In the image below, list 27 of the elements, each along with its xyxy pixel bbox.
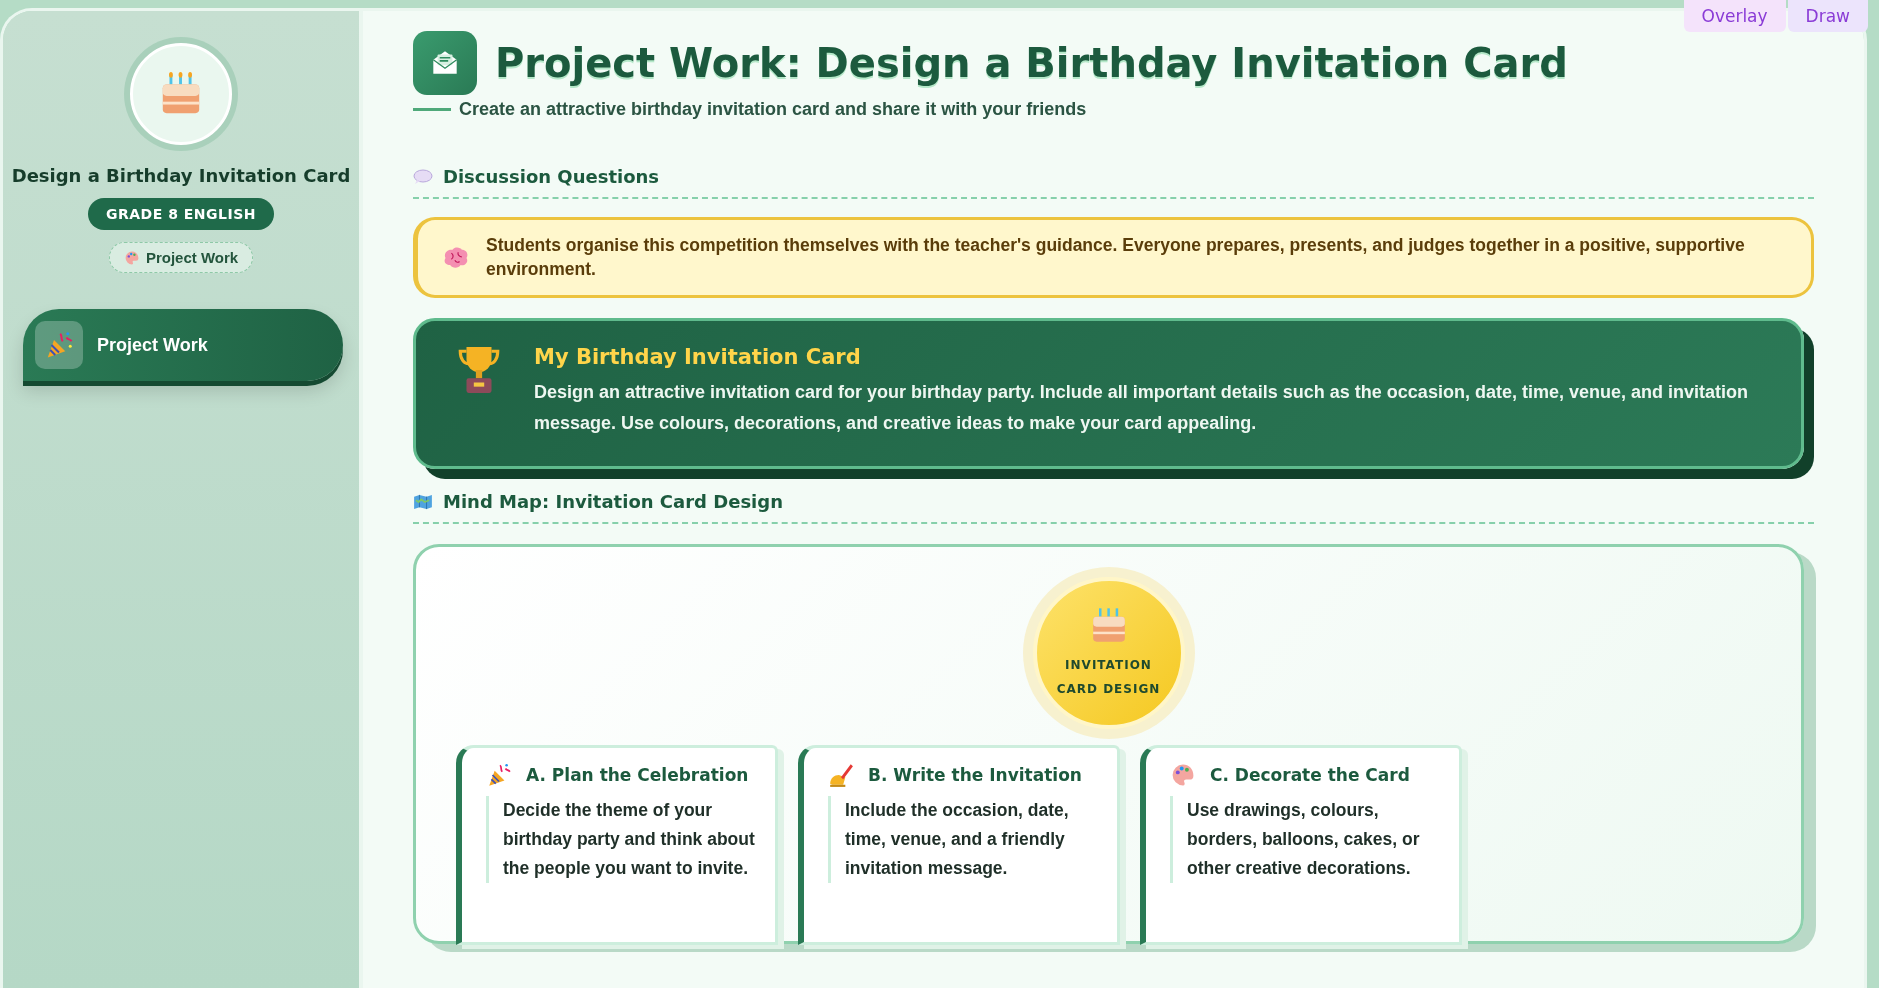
- section-heading: Mind Map: Invitation Card Design: [443, 491, 783, 513]
- branch-text: Use drawings, colours, borders, balloons, cakes, or other creative decorations.: [1170, 796, 1441, 884]
- branch-title: A. Plan the Celebration: [526, 765, 749, 786]
- page-title: Project Work: Design a Birthday Invitation Card: [495, 40, 1568, 86]
- toolbar-button[interactable]: Draw: [1787, 0, 1868, 32]
- section-heading: Discussion Questions: [443, 166, 660, 187]
- task-title: My Birthday Invitation Card: [534, 345, 862, 370]
- envelope-icon: [413, 31, 477, 95]
- brain-icon: [442, 245, 470, 270]
- map-icon: [413, 493, 433, 510]
- branch-text: Include the occasion, date, time, venue, and a friendly invitation message.: [828, 796, 1099, 884]
- task-text: Design an attractive invitation card for your birthday party. Include all important details such as the occasion, date, time, venue, and invitation message. Use colours, decorations, and creative ideas to make your card appealing.: [534, 381, 1749, 435]
- toolbar-button[interactable]: Overlay: [1683, 0, 1786, 32]
- page-subtitle: Create an attractive birthday invitation card and share it with your friends: [459, 99, 1087, 120]
- sidebar-title: Design a Birthday Invitation Card: [11, 165, 351, 186]
- party-popper-icon: [486, 762, 512, 789]
- palette-icon: [123, 249, 140, 266]
- branch-title: B. Write the Invitation: [868, 765, 1082, 786]
- trophy-icon: [458, 345, 500, 396]
- node-label: INVITATION CARD DESIGN: [1055, 657, 1162, 699]
- speech-bubble-icon: [413, 168, 433, 185]
- branch-title: C. Decorate the Card: [1210, 765, 1410, 786]
- note-text: Students organise this competition themselves with the teacher's guidance. Everyone prepares, presents, and judges together in a positive, supportive environment.: [486, 234, 1746, 281]
- branch-text: Decide the theme of your birthday party and think about the people you want to invite.: [486, 796, 757, 884]
- writing-hand-icon: [828, 762, 854, 789]
- grade-badge: GRADE 8 ENGLISH: [88, 198, 274, 230]
- tag-label: Project Work: [145, 249, 239, 266]
